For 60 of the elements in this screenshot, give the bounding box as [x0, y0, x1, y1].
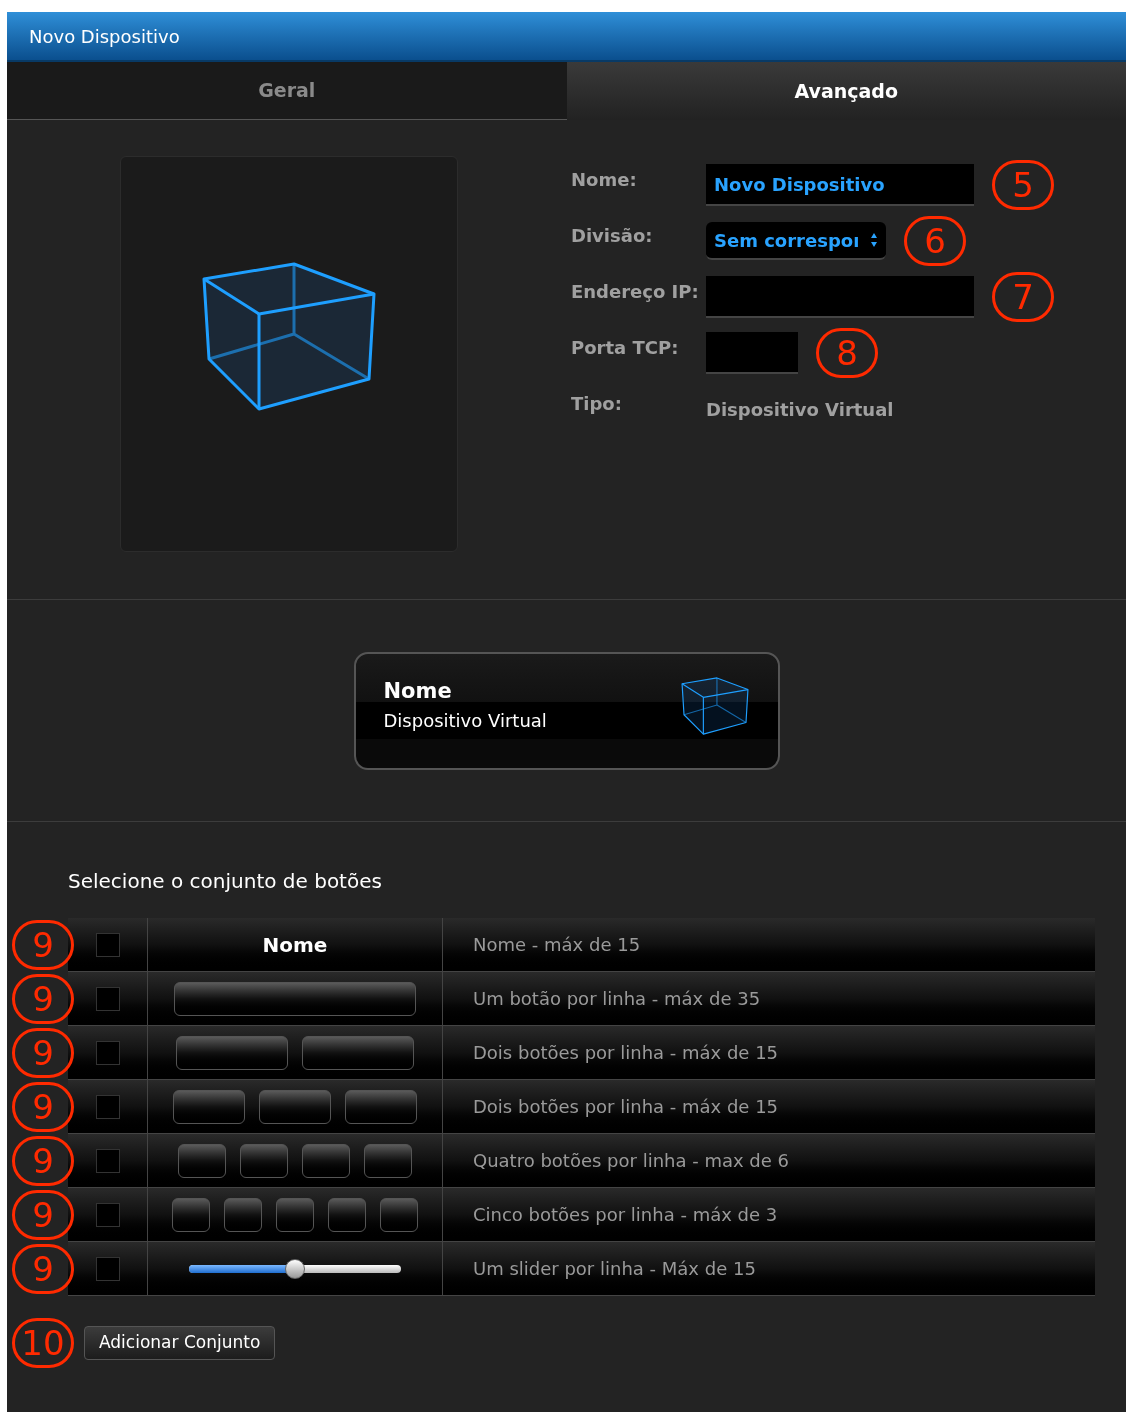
- set-description: Dois botões por linha - máx de 15: [472, 1041, 779, 1065]
- updown-icon: [870, 232, 878, 248]
- button-preview-icon: [302, 1035, 414, 1070]
- checkbox[interactable]: [95, 1256, 120, 1281]
- button-preview-icon: [364, 1143, 412, 1178]
- button-preview-icon: [173, 1089, 245, 1124]
- button-preview-icon: [259, 1089, 331, 1124]
- checkbox[interactable]: [95, 1040, 120, 1065]
- set-description: Um botão por linha - máx de 35: [472, 987, 761, 1011]
- section-heading: Selecione o conjunto de botões: [68, 868, 383, 895]
- field-label: Nome:: [571, 168, 638, 192]
- callout-marker: 9: [12, 974, 74, 1024]
- add-set-button[interactable]: Adicionar Conjunto: [84, 1326, 276, 1360]
- button-preview-icon: [276, 1197, 314, 1232]
- button-preview-icon: [174, 981, 416, 1016]
- button-preview-icon: [240, 1143, 288, 1178]
- name-label: Nome: [262, 931, 328, 959]
- callout-marker: 6: [904, 216, 966, 266]
- button-preview-icon: [380, 1197, 418, 1232]
- card-title: Nome: [383, 677, 453, 705]
- text-field[interactable]: Novo Dispositivo: [706, 164, 974, 206]
- checkbox[interactable]: [95, 1202, 120, 1227]
- select-field[interactable]: Sem correspoı: [706, 222, 886, 260]
- field-label: Tipo:: [571, 392, 623, 416]
- checkbox[interactable]: [95, 1148, 120, 1173]
- button-preview-icon: [302, 1143, 350, 1178]
- callout-marker: 5: [992, 160, 1054, 210]
- checkbox[interactable]: [95, 986, 120, 1011]
- checkbox[interactable]: [95, 932, 120, 957]
- callout-marker: 10: [12, 1318, 74, 1368]
- field-label: Endereço IP:: [571, 280, 700, 304]
- callout-marker: 9: [12, 920, 74, 970]
- set-description: Um slider por linha - Máx de 15: [472, 1257, 756, 1281]
- field-label: Divisão:: [571, 224, 654, 248]
- callout-marker: 9: [12, 1190, 74, 1240]
- callout-marker: 8: [816, 328, 878, 378]
- checkbox[interactable]: [95, 1094, 120, 1119]
- card-subtitle: Dispositivo Virtual: [383, 709, 547, 733]
- window-title: Novo Dispositivo: [7, 12, 1126, 62]
- tab[interactable]: Geral: [7, 62, 567, 120]
- button-preview-icon: [178, 1143, 226, 1178]
- button-preview-icon: [172, 1197, 210, 1232]
- text-field[interactable]: [706, 276, 974, 318]
- callout-marker: 7: [992, 272, 1054, 322]
- set-description: Cinco botões por linha - máx de 3: [472, 1203, 778, 1227]
- device-type: Dispositivo Virtual: [706, 397, 894, 422]
- button-preview-icon: [224, 1197, 262, 1232]
- callout-marker: 9: [12, 1136, 74, 1186]
- set-description: Dois botões por linha - máx de 15: [472, 1095, 779, 1119]
- set-description: Quatro botões por linha - max de 6: [472, 1149, 790, 1173]
- button-preview-icon: [345, 1089, 417, 1124]
- button-preview-icon: [176, 1035, 288, 1070]
- cube-icon: [679, 675, 750, 738]
- callout-marker: 9: [12, 1082, 74, 1132]
- port-field[interactable]: [706, 332, 798, 374]
- callout-marker: 9: [12, 1028, 74, 1078]
- button-preview-icon: [328, 1197, 366, 1232]
- field-label: Porta TCP:: [571, 336, 680, 360]
- callout-marker: 9: [12, 1244, 74, 1294]
- set-description: Nome - máx de 15: [472, 933, 641, 957]
